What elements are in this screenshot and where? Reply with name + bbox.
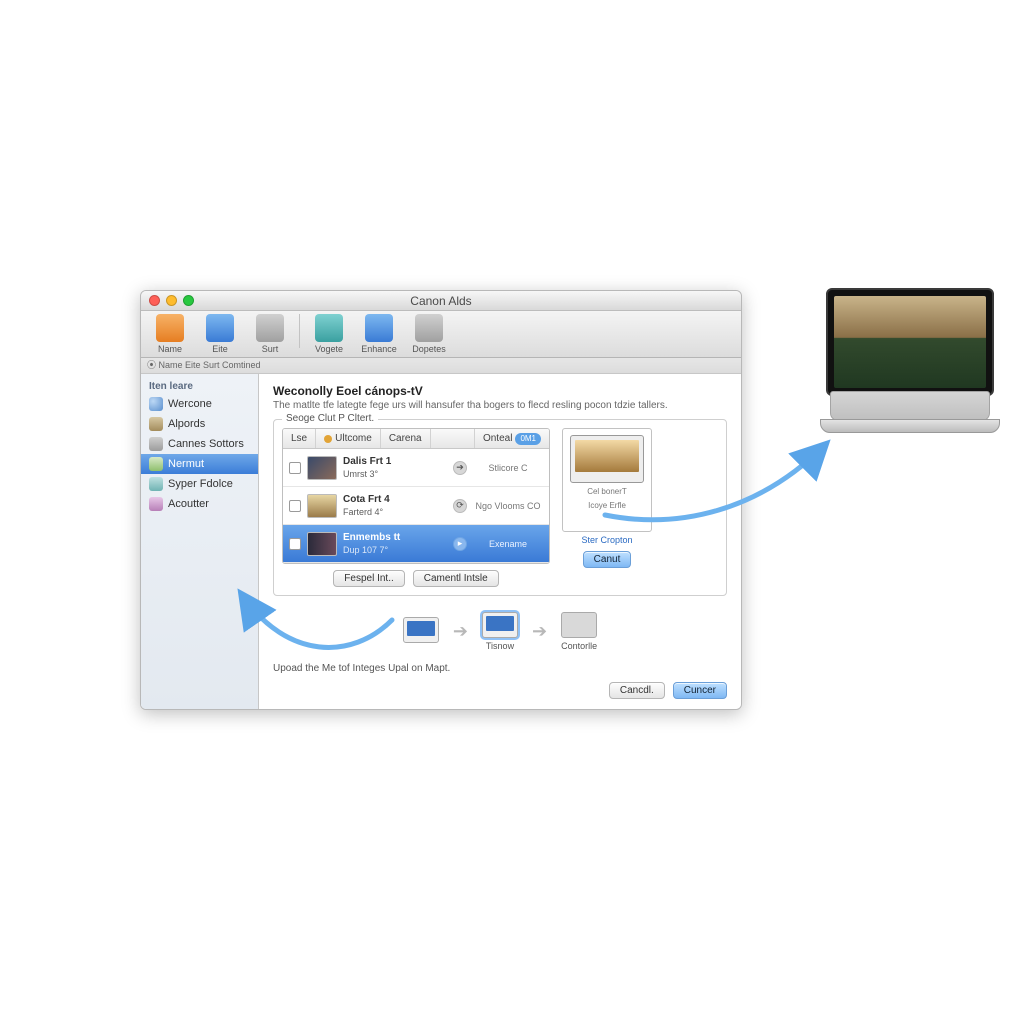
sidebar: Iten leare Wercone Alpords Cannes Sottor… <box>141 374 259 709</box>
preview-caption: Cel bonerT <box>587 487 627 497</box>
sidebar-item-syper[interactable]: Syper Fdolce <box>141 474 258 494</box>
refresh-icon: ⟳ <box>453 499 467 513</box>
device-flow: ➔ Tisnow ➔ Contorlle <box>273 612 727 651</box>
info-icon <box>315 314 343 342</box>
window-title: Canon Alds <box>141 294 741 308</box>
dot-icon <box>324 435 332 443</box>
list-row-selected[interactable]: Enmembs tt Dup 107 7° ▸ Exename <box>283 525 549 563</box>
sidebar-item-wercone[interactable]: Wercone <box>141 394 258 414</box>
row-title: Enmembs tt <box>343 532 447 544</box>
toolbar-item-surt[interactable]: Surt <box>247 314 293 354</box>
preview-pane: Cel bonerT Icoye Erfle Ster Cropton Canu… <box>560 428 654 587</box>
row-status: Exename <box>473 539 543 549</box>
sidebar-item-label: Syper Fdolce <box>168 478 233 490</box>
app-window: Canon Alds Name Eite Surt Vogete Enhance… <box>140 290 742 710</box>
download-icon <box>365 314 393 342</box>
preview-frame: Cel bonerT Icoye Erfle <box>562 428 652 532</box>
content-pane: Weconolly Eoel cánops-tV The matlte tfe … <box>259 374 741 709</box>
toolbar-item-dopetes[interactable]: Dopetes <box>406 314 452 354</box>
source-group: Seoge Clut P Cltert. Lse Ultcome Carena … <box>273 419 727 596</box>
confirm-button[interactable]: Cuncer <box>673 682 727 699</box>
device-label: Tisnow <box>486 641 514 651</box>
device-source[interactable] <box>403 617 439 646</box>
preview-link[interactable]: Ster Cropton <box>581 535 632 545</box>
chevron-right-icon: ➔ <box>453 621 468 642</box>
row-status: Ngo Vlooms CO <box>473 501 543 511</box>
laptop-preview-icon <box>570 435 644 483</box>
list-tabs: Lse Ultcome Carena Onteal0M1 <box>283 429 549 449</box>
sidebar-item-label: Cannes Sottors <box>168 438 244 450</box>
toolbar-item-vogete[interactable]: Vogete <box>306 314 352 354</box>
row-subtitle: Farterd 4° <box>343 506 447 518</box>
toolbar-item-eite[interactable]: Eite <box>197 314 243 354</box>
list-row[interactable]: Cota Frt 4 Farterd 4° ⟳ Ngo Vlooms CO <box>283 487 549 525</box>
toolbar-separator <box>299 314 300 348</box>
checkbox[interactable] <box>289 500 301 512</box>
row-subtitle: Dup 107 7° <box>343 544 447 556</box>
document-icon <box>149 457 163 471</box>
titlebar[interactable]: Canon Alds <box>141 291 741 311</box>
sidebar-item-label: Nermut <box>168 458 204 470</box>
sidebar-item-label: Alpords <box>168 418 205 430</box>
footnote-text: Upoad the Me tof Integes Upal on Mapt. <box>273 663 727 674</box>
badge: 0M1 <box>515 433 541 445</box>
sidebar-item-acoutter[interactable]: Acoutter <box>141 494 258 514</box>
camera-icon <box>256 314 284 342</box>
tab-ultcome[interactable]: Ultcome <box>316 429 381 448</box>
preview-caption: Icoye Erfle <box>588 501 626 511</box>
group-legend: Seoge Clut P Cltert. <box>282 413 378 424</box>
row-title: Cota Frt 4 <box>343 494 447 506</box>
cancel-button[interactable]: Cancdl. <box>609 682 665 699</box>
external-laptop-illustration <box>820 288 1000 433</box>
tab-lse[interactable]: Lse <box>283 429 316 448</box>
monitor-icon <box>482 612 518 638</box>
preview-action-button[interactable]: Canut <box>583 551 632 568</box>
toolbar: Name Eite Surt Vogete Enhance Dopetes <box>141 311 741 358</box>
toolbar-item-enhance[interactable]: Enhance <box>356 314 402 354</box>
chevron-right-icon: ➔ <box>532 621 547 642</box>
thumbnail-icon <box>307 532 337 556</box>
user-icon <box>149 497 163 511</box>
device-target[interactable]: Contorlle <box>561 612 597 651</box>
gear-icon <box>149 437 163 451</box>
page-heading: Weconolly Eoel cánops-tV <box>273 384 727 398</box>
tab-carena[interactable]: Carena <box>381 429 431 448</box>
printer-icon <box>415 314 443 342</box>
toolbar-status-strip: ⦿ Name Eite Surt Comtined <box>141 358 741 374</box>
row-title: Dalis Frt 1 <box>343 456 447 468</box>
database-icon <box>149 477 163 491</box>
thumbnail-icon <box>307 494 337 518</box>
sidebar-item-label: Acoutter <box>168 498 209 510</box>
play-icon: ▸ <box>453 537 467 551</box>
tab-onteal[interactable]: Onteal0M1 <box>474 429 549 448</box>
device-label: Contorlle <box>561 641 597 651</box>
globe-icon <box>149 397 163 411</box>
row-status: Stlicore C <box>473 463 543 473</box>
camera-device-icon <box>561 612 597 638</box>
camentl-button[interactable]: Camentl Intsle <box>413 570 499 587</box>
laptop-icon <box>403 617 439 643</box>
row-subtitle: Umrst 3° <box>343 468 447 480</box>
sidebar-item-nermut[interactable]: Nermut <box>141 454 258 474</box>
checkbox[interactable] <box>289 538 301 550</box>
item-list: Lse Ultcome Carena Onteal0M1 Dalis Frt 1 <box>282 428 550 564</box>
shield-icon <box>206 314 234 342</box>
box-icon <box>149 417 163 431</box>
fespel-button[interactable]: Fespel Int.. <box>333 570 404 587</box>
checkbox[interactable] <box>289 462 301 474</box>
sidebar-heading: Iten leare <box>141 378 258 394</box>
folder-icon <box>156 314 184 342</box>
arrow-right-icon: ➔ <box>453 461 467 475</box>
page-description: The matlte tfe lategte fege urs will han… <box>273 400 727 411</box>
sidebar-item-label: Wercone <box>168 398 212 410</box>
thumbnail-icon <box>307 456 337 480</box>
sidebar-item-alpords[interactable]: Alpords <box>141 414 258 434</box>
toolbar-item-name[interactable]: Name <box>147 314 193 354</box>
footer-buttons: Cancdl. Cuncer <box>273 682 727 699</box>
list-row[interactable]: Dalis Frt 1 Umrst 3° ➔ Stlicore C <box>283 449 549 487</box>
sidebar-item-cannes[interactable]: Cannes Sottors <box>141 434 258 454</box>
device-middle[interactable]: Tisnow <box>482 612 518 651</box>
